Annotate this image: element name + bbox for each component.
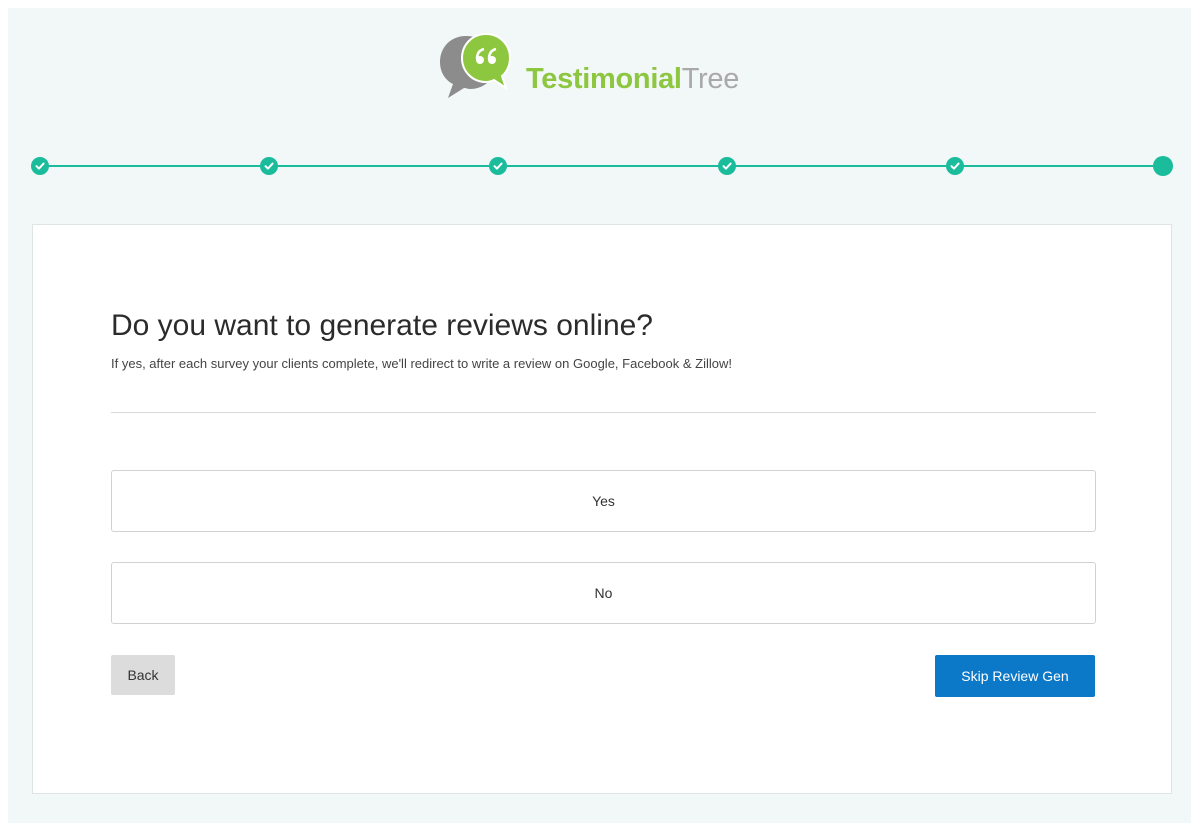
check-icon [722,162,732,170]
question-title: Do you want to generate reviews online? [111,309,653,342]
option-no-label: No [594,585,613,601]
speech-bubbles-icon [440,32,512,98]
check-icon [950,162,960,170]
page-background: TestimonialTree Do you want to generate … [8,8,1191,823]
progress-stepper [8,156,1191,176]
question-card: Do you want to generate reviews online? … [32,224,1172,794]
option-yes[interactable]: Yes [111,470,1096,532]
logo-wordmark: TestimonialTree [526,63,739,96]
step-3-complete [489,157,507,175]
check-icon [264,162,274,170]
step-2-complete [260,157,278,175]
skip-review-gen-button[interactable]: Skip Review Gen [935,655,1095,697]
logo-wordmark-bold: Testimonial [526,62,682,95]
question-subtitle: If yes, after each survey your clients c… [111,356,732,371]
step-4-complete [718,157,736,175]
divider [111,412,1096,413]
step-6-current [1153,156,1173,176]
check-icon [493,162,503,170]
step-5-complete [946,157,964,175]
back-button[interactable]: Back [111,655,175,695]
stepper-line [40,165,1162,167]
option-no[interactable]: No [111,562,1096,624]
option-yes-label: Yes [592,493,615,509]
testimonialtree-logo: TestimonialTree [436,32,739,104]
logo-wordmark-light: Tree [681,62,740,95]
check-icon [35,162,45,170]
step-1-complete [31,157,49,175]
